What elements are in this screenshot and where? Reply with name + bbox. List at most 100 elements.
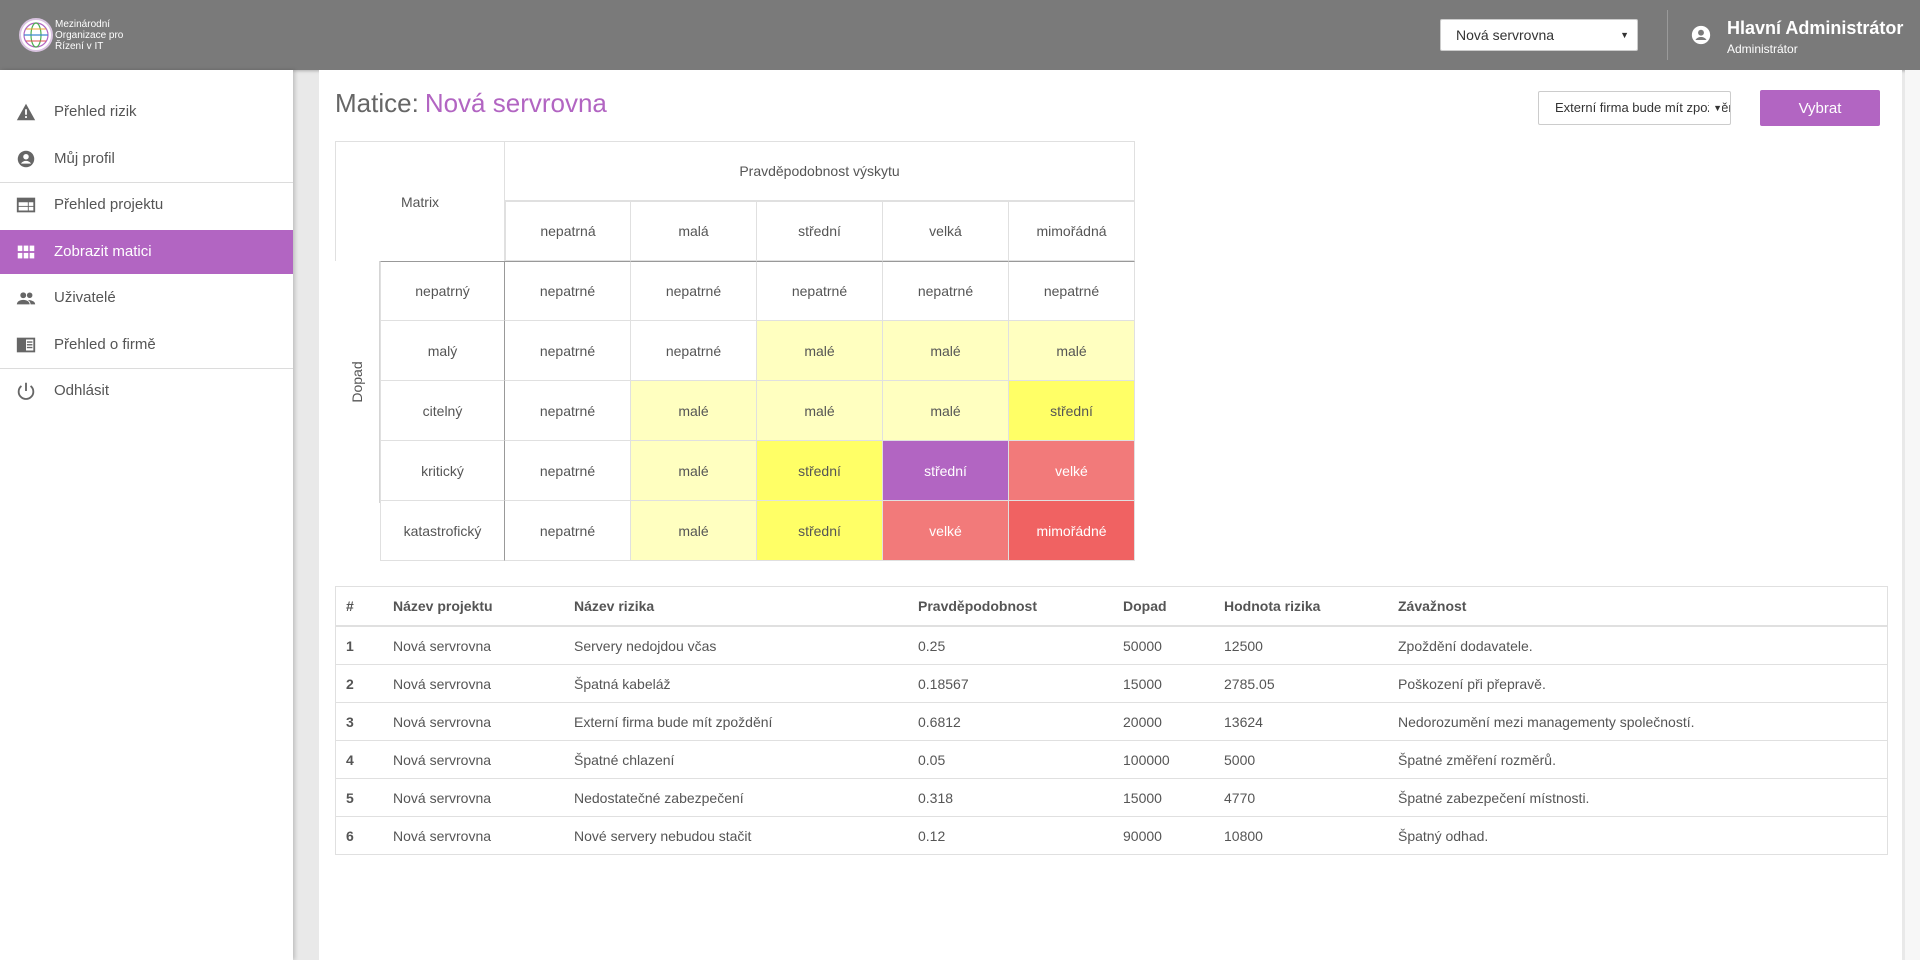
matrix-cell[interactable]: nepatrné [631, 321, 757, 381]
warning-icon [16, 103, 36, 121]
project-select[interactable]: Nová servrovna ▼ [1440, 19, 1638, 51]
matrix-cell[interactable]: střední [757, 441, 883, 501]
sidebar-item-company-overview[interactable]: Přehled o firmě [0, 323, 293, 367]
matrix-cell[interactable]: mimořádné [1009, 501, 1135, 561]
table-row[interactable]: 4 Nová servrovna Špatné chlazení 0.05 100000… [335, 740, 1888, 779]
sidebar-item-logout[interactable]: Odhlásit [0, 369, 293, 413]
org-name-line-2: Organizace pro [55, 30, 124, 41]
cell-value: malé [678, 522, 709, 539]
cell-value: střední [1050, 402, 1093, 419]
column-header: Název projektu [383, 586, 564, 627]
risk-select[interactable]: Externí firma bude mít zpoždění ▼ [1538, 91, 1731, 125]
risk-matrix: Matrix Pravděpodobnost výskytu Dopad nep… [335, 141, 1135, 561]
matrix-cell[interactable]: malé [631, 441, 757, 501]
cell-value: střední [798, 462, 841, 479]
table-cell: Nová servrovna [383, 740, 564, 779]
top-bar: Mezinárodní Organizace pro Řízení v IT N… [0, 0, 1920, 70]
table-cell: Špatné zabezpečení místnosti. [1388, 778, 1888, 817]
matrix-cell[interactable]: nepatrné [631, 261, 757, 321]
cell-value: malé [804, 402, 835, 419]
row-label: citelný [422, 402, 463, 419]
column-header: Pravděpodobnost [908, 586, 1113, 627]
account-circle-icon[interactable] [1690, 24, 1712, 46]
cell-value: střední [924, 462, 967, 479]
cell-value: malé [678, 402, 709, 419]
sidebar-item-show-matrix[interactable]: Zobrazit matici [0, 230, 293, 274]
matrix-cell[interactable]: malé [883, 321, 1009, 381]
table-cell: Nová servrovna [383, 816, 564, 855]
cell-value: nepatrné [917, 283, 974, 299]
org-name-line-1: Mezinárodní [55, 19, 111, 30]
table-cell: Poškození při přepravě. [1388, 664, 1888, 703]
table-cell: 50000 [1113, 626, 1214, 665]
column-label: velká [929, 223, 962, 239]
matrix-cell[interactable]: nepatrné [505, 441, 631, 501]
matrix-cell[interactable]: nepatrné [1009, 261, 1135, 321]
table-row[interactable]: 2 Nová servrovna Špatná kabeláž 0.18567 1500… [335, 664, 1888, 703]
sidebar: Přehled rizik Můj profil Přehled projekt… [0, 70, 293, 960]
table-cell: 12500 [1214, 626, 1388, 665]
cell-value: nepatrné [539, 283, 596, 299]
matrix-cell[interactable]: nepatrné [757, 261, 883, 321]
table-row[interactable]: 1 Nová servrovna Servery nedojdou včas 0.25… [335, 626, 1888, 665]
cell-value: nepatrné [665, 283, 722, 299]
matrix-cell[interactable]: velké [883, 501, 1009, 561]
sidebar-item-my-profile[interactable]: Můj profil [0, 137, 293, 181]
main-scrollbar[interactable] [1905, 70, 1920, 960]
table-row[interactable]: 3 Nová servrovna Externí firma bude mít zp… [335, 702, 1888, 741]
matrix-cell-selected[interactable]: střední [883, 441, 1009, 501]
matrix-cell[interactable]: malé [1009, 321, 1135, 381]
probability-column-header: malá [631, 201, 757, 261]
matrix-cell[interactable]: střední [1009, 381, 1135, 441]
matrix-cell[interactable]: nepatrné [883, 261, 1009, 321]
globe-logo-icon[interactable] [18, 17, 54, 53]
table-cell: Špatné chlazení [564, 740, 908, 779]
impact-header: Dopad [335, 261, 380, 503]
cell-value: nepatrné [539, 522, 596, 539]
user-name[interactable]: Hlavní Administrátor [1727, 18, 1903, 39]
grid-icon [17, 245, 35, 259]
sidebar-item-label: Přehled projektu [54, 196, 164, 213]
table-cell: Špatný odhad. [1388, 816, 1888, 855]
probability-column-header: velká [883, 201, 1009, 261]
matrix-cell[interactable]: velké [1009, 441, 1135, 501]
table-cell: 3 [335, 702, 383, 741]
matrix-cell[interactable]: malé [631, 381, 757, 441]
table-cell: Špatné změření rozměrů. [1388, 740, 1888, 779]
page-title-project: Nová servrovna [424, 88, 607, 118]
table-cell: 5000 [1214, 740, 1388, 779]
select-button[interactable]: Vybrat [1760, 90, 1880, 126]
table-cell: 0.12 [908, 816, 1113, 855]
account-circle-icon [17, 150, 35, 168]
matrix-cell[interactable]: nepatrné [505, 261, 631, 321]
table-row[interactable]: 5 Nová servrovna Nedostatečné zabezpečení 0… [335, 778, 1888, 817]
org-name-line-3: Řízení v IT [55, 41, 104, 52]
header-divider [1667, 10, 1668, 60]
matrix-cell[interactable]: střední [757, 501, 883, 561]
matrix-cell[interactable]: nepatrné [505, 321, 631, 381]
cell-value: nepatrné [665, 342, 722, 359]
table-row[interactable]: 6 Nová servrovna Nové servery nebudou stač… [335, 816, 1888, 855]
table-cell: 0.6812 [908, 702, 1113, 741]
matrix-corner-label: Matrix [400, 193, 440, 210]
matrix-cell[interactable]: nepatrné [505, 501, 631, 561]
table-header-row: # Název projektu Název rizika Pravděpodo… [335, 586, 1888, 627]
cell-value: malé [930, 342, 961, 359]
sidebar-item-risk-overview[interactable]: Přehled rizik [0, 90, 293, 134]
column-header: Dopad [1113, 586, 1214, 627]
sidebar-item-label: Přehled rizik [54, 103, 137, 120]
table-cell: 0.318 [908, 778, 1113, 817]
table-cell: 20000 [1113, 702, 1214, 741]
matrix-cell[interactable]: malé [631, 501, 757, 561]
matrix-cell[interactable]: malé [757, 321, 883, 381]
column-label: mimořádná [1036, 223, 1107, 239]
matrix-cell[interactable]: nepatrné [505, 381, 631, 441]
table-cell: 0.05 [908, 740, 1113, 779]
matrix-cell[interactable]: malé [883, 381, 1009, 441]
sidebar-item-project-overview[interactable]: Přehled projektu [0, 183, 293, 227]
row-label: kritický [421, 462, 464, 479]
people-icon [16, 292, 36, 305]
cell-value: nepatrné [539, 462, 596, 479]
sidebar-item-users[interactable]: Uživatelé [0, 276, 293, 320]
matrix-cell[interactable]: malé [757, 381, 883, 441]
